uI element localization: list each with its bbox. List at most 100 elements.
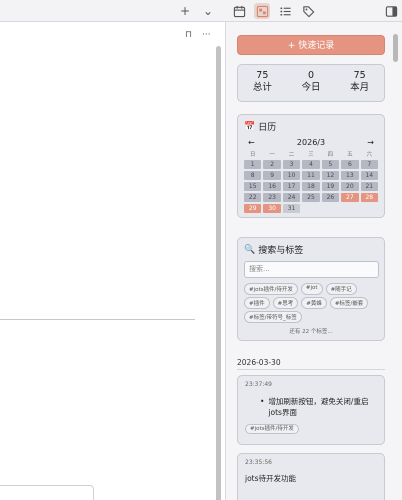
calendar-day[interactable]: 11 bbox=[302, 171, 320, 180]
current-month: 2026/3 bbox=[296, 138, 326, 147]
calendar-icon[interactable] bbox=[231, 3, 247, 19]
search-input[interactable]: 搜索... bbox=[244, 261, 379, 278]
calendar-day[interactable]: 15 bbox=[244, 182, 262, 191]
calendar-day[interactable]: 9 bbox=[263, 171, 281, 180]
weekday: 二 bbox=[288, 152, 295, 158]
search-tags-card: 🔍 搜索与标签 搜索... #jots插件/待开发 #jot #随手记 #插件 … bbox=[237, 237, 385, 341]
stat-value: 75 bbox=[353, 70, 366, 81]
entry-tags: #jots插件/待开发 bbox=[245, 423, 377, 434]
calendar-day[interactable]: 25 bbox=[302, 193, 320, 202]
calendar-day[interactable]: 31 bbox=[282, 204, 301, 213]
calendar-day-active[interactable]: 29 bbox=[244, 204, 262, 213]
quick-record-button[interactable]: + 快速记录 bbox=[237, 35, 385, 55]
stat-label: 本月 bbox=[350, 82, 370, 93]
prev-month-button[interactable]: ← bbox=[248, 138, 255, 147]
list-icon[interactable] bbox=[277, 3, 293, 19]
stat-today: 0 今日 bbox=[287, 65, 336, 101]
plus-label: + bbox=[179, 4, 191, 18]
tag-chip[interactable]: #随手记 bbox=[325, 283, 357, 295]
calendar-card: 📅 日历 ← 2026/3 → 日 一 二 三 四 五 六 1 2 3 4 5 … bbox=[237, 114, 385, 218]
calendar-day[interactable]: 7 bbox=[360, 160, 378, 169]
entry-time: 23:37:49 bbox=[245, 381, 272, 388]
calendar-day[interactable]: 23 bbox=[263, 193, 281, 202]
calendar-day[interactable]: 4 bbox=[302, 160, 320, 169]
calendar-day[interactable]: 17 bbox=[282, 182, 301, 191]
search-icon: 🔍 bbox=[244, 244, 256, 255]
calendar-day[interactable]: 22 bbox=[244, 193, 262, 202]
new-tab-plus-icon[interactable]: + bbox=[177, 3, 193, 19]
tag-chip[interactable]: #标签/嵌套 bbox=[329, 297, 369, 309]
horizontal-rule bbox=[0, 319, 195, 320]
calendar-day-active[interactable]: 27 bbox=[341, 193, 359, 202]
sidebar-toggle-icon[interactable] bbox=[383, 3, 399, 19]
entry-text: jots待开发功能 bbox=[245, 474, 297, 483]
chevron-label: ⌄ bbox=[202, 4, 214, 18]
calendar-day[interactable]: 26 bbox=[321, 193, 340, 202]
calendar-day[interactable]: 24 bbox=[282, 193, 301, 202]
stat-value: 0 bbox=[307, 70, 315, 81]
calendar-day[interactable]: 19 bbox=[321, 182, 340, 191]
jots-icon[interactable] bbox=[254, 3, 270, 19]
calendar-day[interactable]: 14 bbox=[360, 171, 378, 180]
book-icon[interactable]: ⊓ bbox=[185, 30, 192, 40]
calendar-day[interactable]: 18 bbox=[302, 182, 320, 191]
date-heading: 2026-03-30 bbox=[237, 358, 281, 367]
calendar-emoji-icon: 📅 bbox=[244, 121, 256, 132]
chevron-down-icon[interactable]: ⌄ bbox=[200, 3, 216, 19]
calendar-day[interactable]: 10 bbox=[282, 171, 301, 180]
calendar-day[interactable]: 12 bbox=[321, 171, 340, 180]
jot-entry[interactable]: 23:37:49 • 增加刷新按钮，避免关闭/重启 jots界面 #jots插件… bbox=[237, 375, 385, 445]
entry-text: 增加刷新按钮，避免关闭/重启 jots界面 bbox=[268, 397, 369, 417]
weekday: 三 bbox=[308, 152, 314, 158]
weekday: 一 bbox=[269, 152, 275, 158]
view-actions: ⊓ ··· bbox=[185, 30, 211, 40]
stat-label: 总计 bbox=[252, 82, 272, 93]
weekday: 六 bbox=[366, 152, 373, 158]
tag-chip[interactable]: #jot bbox=[300, 283, 323, 295]
bullet-dot-icon: • bbox=[260, 397, 265, 406]
stat-label: 今日 bbox=[301, 82, 321, 93]
more-tags-link[interactable]: 还有 22 个标签... bbox=[244, 327, 378, 335]
weekday-header: 日 一 二 三 四 五 六 bbox=[244, 150, 378, 158]
top-toolbar: + ⌄ bbox=[0, 0, 402, 22]
stat-value: 75 bbox=[256, 70, 269, 81]
tag-icon[interactable] bbox=[300, 3, 316, 19]
calendar-title: 📅 日历 bbox=[244, 120, 378, 134]
weekday: 五 bbox=[347, 152, 353, 158]
entry-time: 23:35:56 bbox=[245, 459, 272, 466]
more-options-icon[interactable]: ··· bbox=[202, 30, 211, 40]
calendar-day-active[interactable]: 30 bbox=[263, 204, 281, 213]
editor-scrollbar[interactable] bbox=[216, 46, 221, 500]
calendar-day[interactable]: 8 bbox=[244, 171, 262, 180]
editor-bottom-box[interactable] bbox=[0, 485, 94, 500]
jots-sidebar: + 快速记录 75 总计 0 今日 75 本月 📅 日历 ← 2026/3 → … bbox=[226, 22, 402, 500]
tag-chip[interactable]: #思考 bbox=[272, 297, 299, 309]
next-month-button[interactable]: → bbox=[367, 138, 374, 147]
calendar-day[interactable]: 2 bbox=[263, 160, 281, 169]
entry-bullet: • 增加刷新按钮，避免关闭/重启 jots界面 bbox=[245, 396, 377, 418]
calendar-day[interactable]: 16 bbox=[263, 182, 281, 191]
calendar-grid: 1 2 3 4 5 6 7 8 9 10 11 12 13 14 15 16 1… bbox=[244, 160, 378, 213]
calendar-day[interactable]: 5 bbox=[321, 160, 340, 169]
date-divider bbox=[237, 369, 385, 370]
weekday: 四 bbox=[327, 152, 334, 158]
tag-chip[interactable]: #标签/带符号_标签 bbox=[244, 311, 302, 323]
sidebar-scrollbar[interactable] bbox=[393, 34, 398, 62]
tag-list: #jots插件/待开发 #jot #随手记 #插件 #思考 #黄蜂 #标签/嵌套… bbox=[244, 283, 378, 323]
calendar-nav: ← 2026/3 → bbox=[244, 138, 378, 147]
search-title: 🔍 搜索与标签 bbox=[244, 243, 378, 257]
editor-pane: ⊓ ··· bbox=[0, 22, 225, 500]
tag-chip[interactable]: #jots插件/待开发 bbox=[245, 424, 299, 434]
calendar-day[interactable]: 3 bbox=[282, 160, 301, 169]
calendar-day[interactable]: 13 bbox=[341, 171, 359, 180]
jot-entry[interactable]: 23:35:56 jots待开发功能 bbox=[237, 453, 385, 500]
calendar-day[interactable]: 1 bbox=[244, 160, 262, 169]
stat-month: 75 本月 bbox=[335, 65, 384, 101]
tag-chip[interactable]: #插件 bbox=[244, 297, 270, 309]
calendar-day[interactable]: 6 bbox=[341, 160, 359, 169]
calendar-day[interactable]: 21 bbox=[360, 182, 378, 191]
calendar-day-active[interactable]: 28 bbox=[360, 193, 378, 202]
tag-chip[interactable]: #jots插件/待开发 bbox=[244, 283, 298, 295]
tag-chip[interactable]: #黄蜂 bbox=[301, 297, 327, 309]
calendar-day[interactable]: 20 bbox=[341, 182, 359, 191]
